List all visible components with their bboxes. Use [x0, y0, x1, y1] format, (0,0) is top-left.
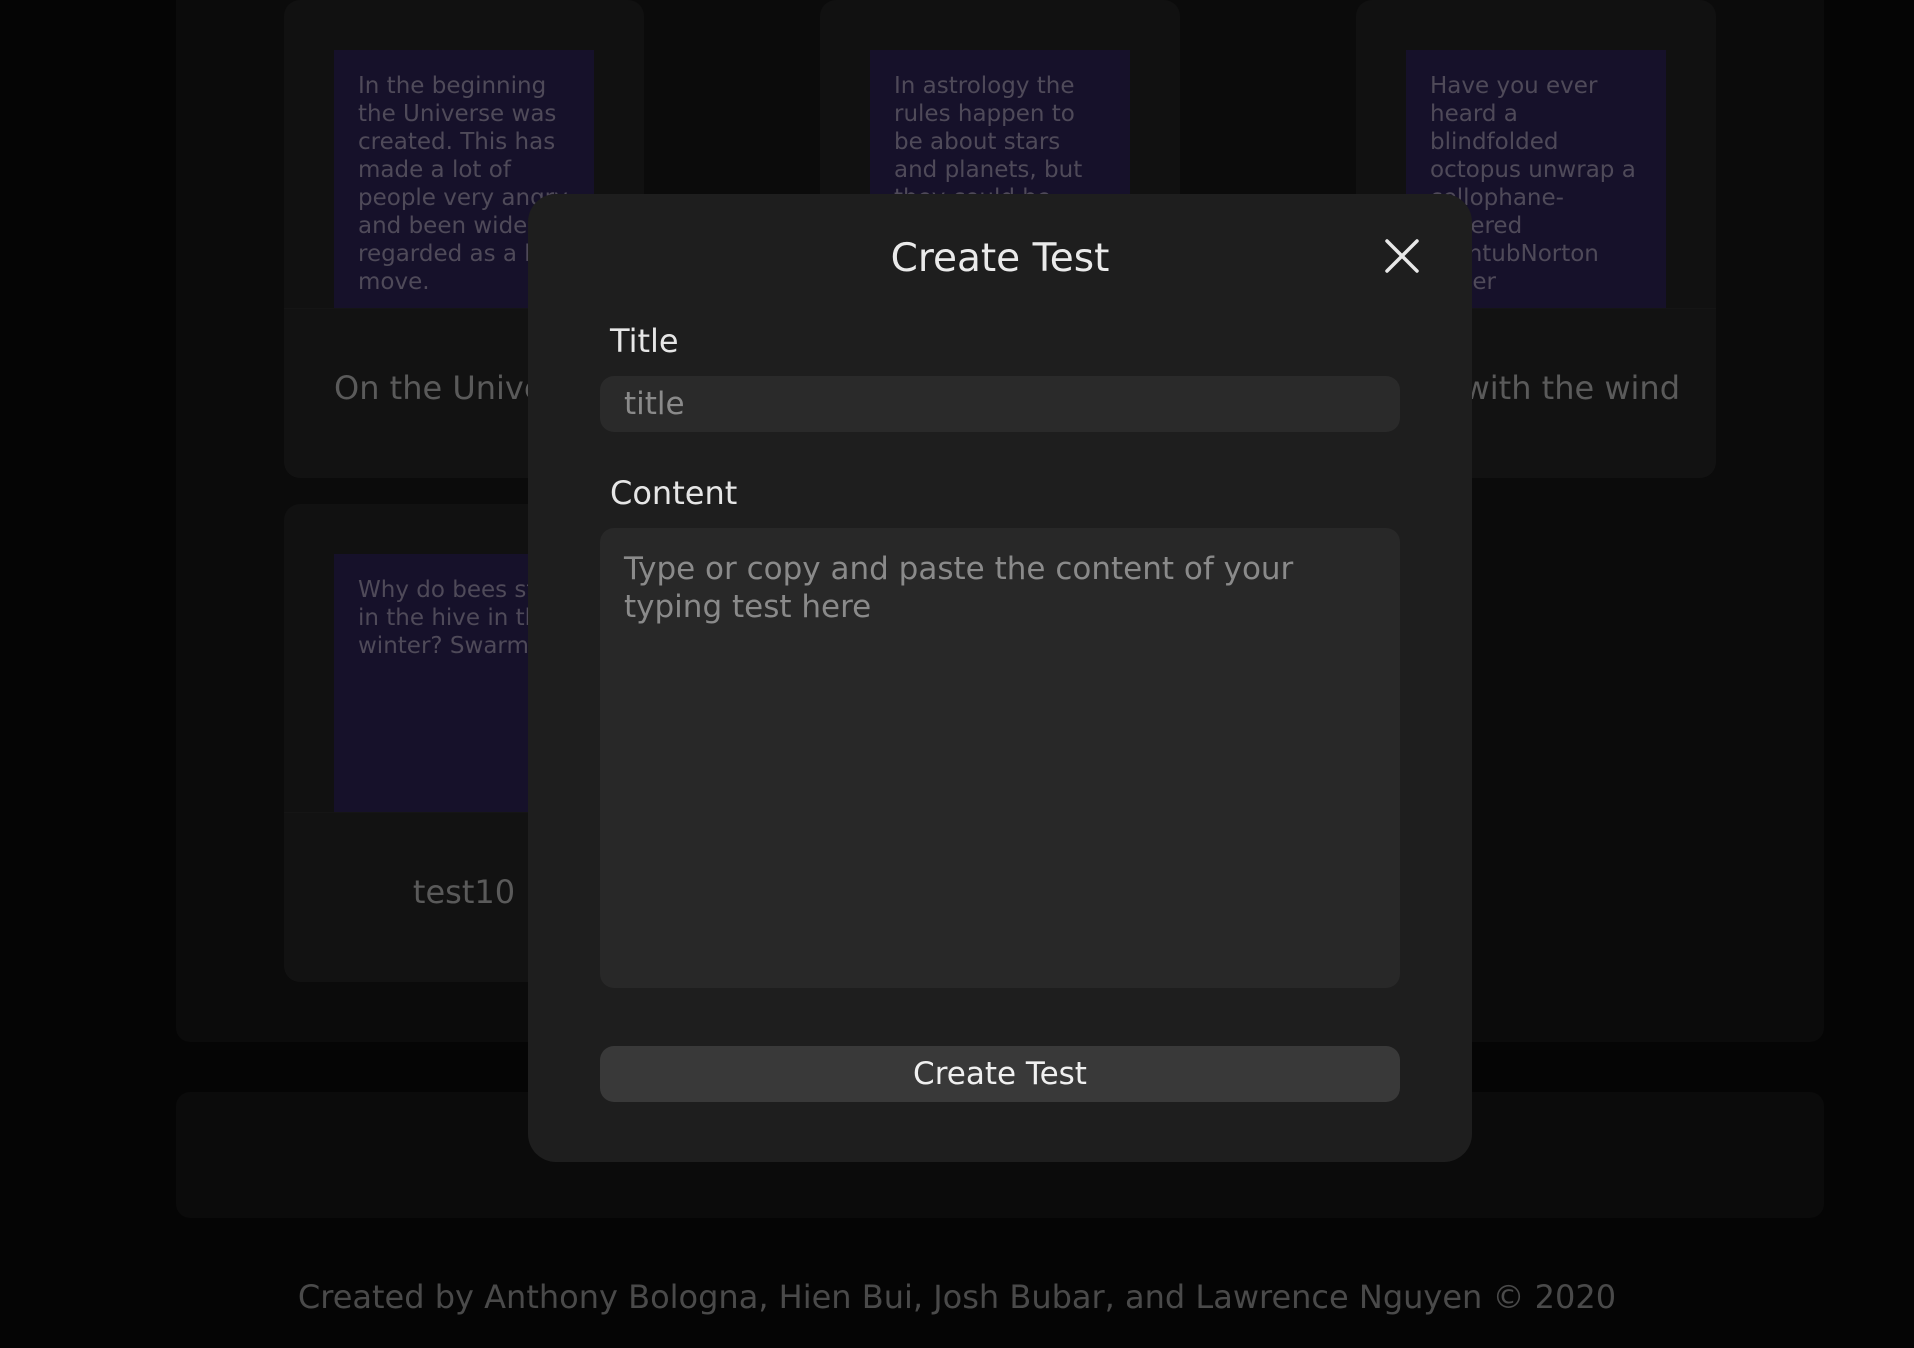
modal-title: Create Test	[890, 236, 1110, 281]
content-label: Content	[610, 474, 738, 512]
create-test-button[interactable]: Create Test	[600, 1046, 1400, 1102]
title-label: Title	[610, 322, 679, 360]
title-input[interactable]	[600, 376, 1400, 432]
footer-credit: Created by Anthony Bologna, Hien Bui, Jo…	[297, 1278, 1617, 1316]
content-textarea[interactable]	[600, 528, 1400, 988]
close-icon	[1385, 239, 1419, 273]
create-test-modal: Create Test Title Content Create Test	[528, 194, 1472, 1162]
test-card-title: with the wind	[1463, 369, 1680, 407]
close-button[interactable]	[1384, 238, 1420, 274]
